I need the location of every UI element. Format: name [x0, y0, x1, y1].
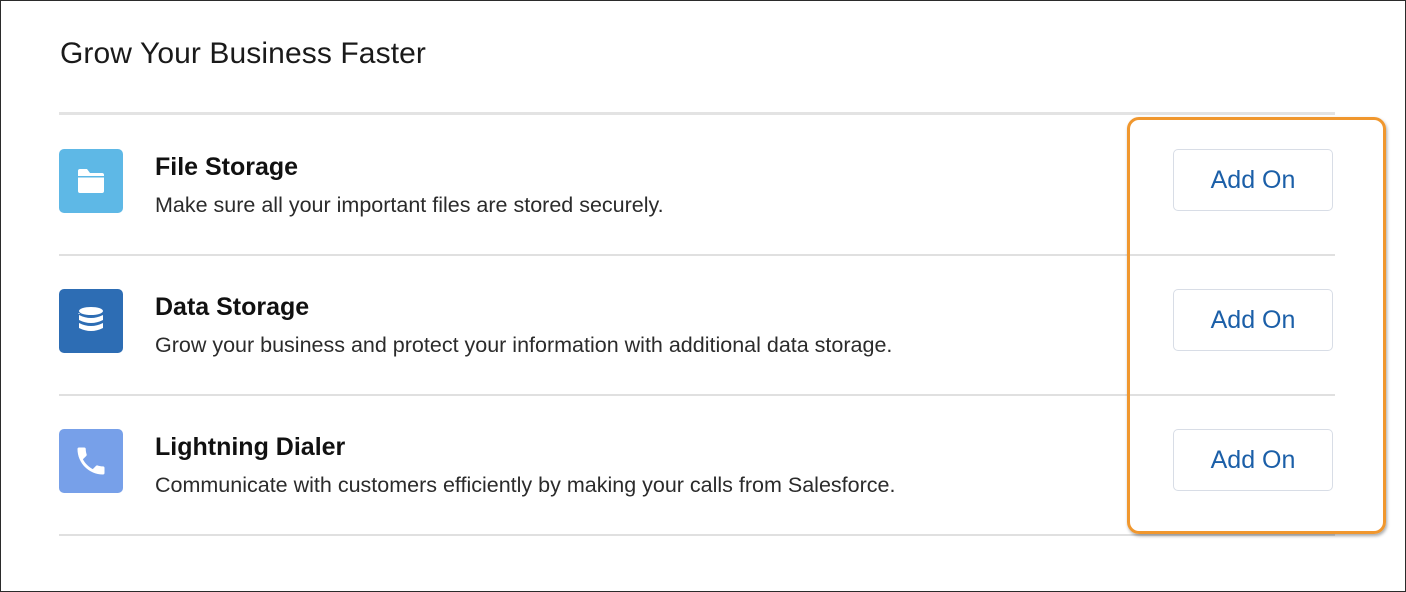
item-description: Grow your business and protect your info…: [155, 333, 893, 357]
add-on-button-data-storage[interactable]: Add On: [1173, 289, 1333, 351]
list-item-lightning-dialer: Lightning Dialer Communicate with custom…: [59, 395, 1335, 536]
item-title: Lightning Dialer: [155, 433, 346, 461]
item-description: Communicate with customers efficiently b…: [155, 473, 896, 497]
add-on-button-file-storage[interactable]: Add On: [1173, 149, 1333, 211]
phone-icon: [59, 429, 123, 493]
list-item-file-storage: File Storage Make sure all your importan…: [59, 115, 1335, 256]
list-item-data-storage: Data Storage Grow your business and prot…: [59, 255, 1335, 396]
item-title: Data Storage: [155, 293, 310, 321]
item-description: Make sure all your important files are s…: [155, 193, 664, 217]
row-divider: [59, 534, 1335, 536]
page-title: Grow Your Business Faster: [60, 37, 427, 70]
add-on-button-lightning-dialer[interactable]: Add On: [1173, 429, 1333, 491]
database-icon: [59, 289, 123, 353]
item-title: File Storage: [155, 153, 299, 181]
folder-icon: [59, 149, 123, 213]
